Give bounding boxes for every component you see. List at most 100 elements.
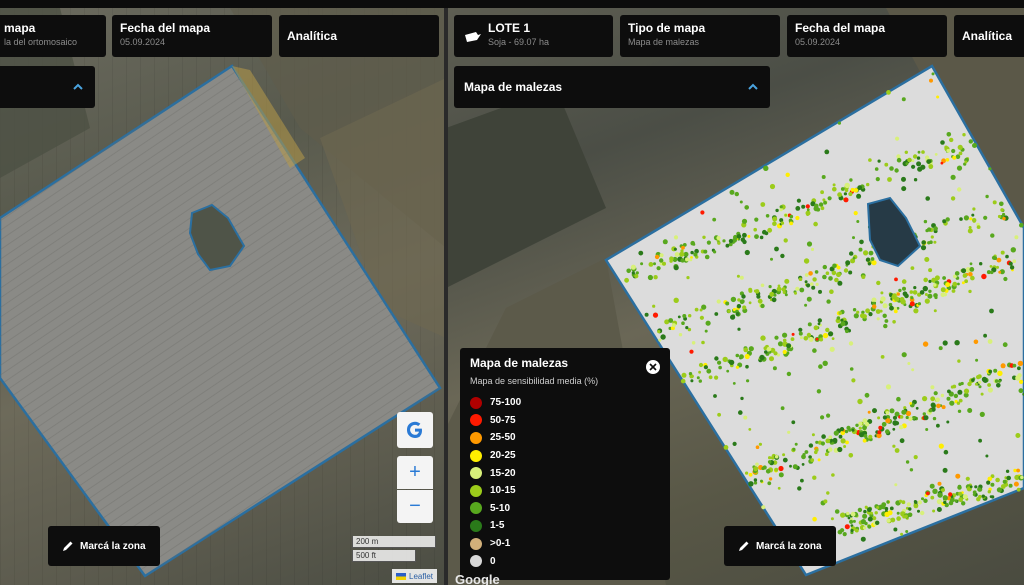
weed-dot xyxy=(780,253,785,259)
weed-dot xyxy=(825,438,831,444)
weed-dot xyxy=(938,346,943,351)
map-type-card[interactable]: Tipo de mapa Mapa de malezas xyxy=(620,15,780,57)
weed-dot xyxy=(789,464,792,468)
weed-dot xyxy=(799,287,805,293)
weed-dot xyxy=(813,325,819,331)
weed-dot xyxy=(744,353,750,360)
legend-close-button[interactable] xyxy=(646,360,660,374)
weed-dot xyxy=(962,133,966,137)
weed-dot xyxy=(780,406,785,411)
map-date-card[interactable]: Fecha del mapa 05.09.2024 xyxy=(112,15,272,57)
weed-dot xyxy=(644,312,649,317)
map-type-card[interactable]: mapa la del ortomosaico xyxy=(0,15,106,57)
mark-zone-button[interactable]: Marcá la zona xyxy=(48,526,160,566)
legend-label: 20-25 xyxy=(490,450,516,462)
weed-dot xyxy=(988,369,993,374)
weed-dot xyxy=(955,154,961,159)
weed-dot xyxy=(913,286,917,290)
weed-dot xyxy=(954,271,960,276)
weed-dot xyxy=(849,178,853,182)
map-scale: 200 m 500 ft xyxy=(352,536,436,564)
weed-dot xyxy=(946,420,950,424)
weed-dot xyxy=(640,262,644,266)
field-card[interactable]: LOTE 1 Soja - 69.07 ha xyxy=(454,15,613,57)
weed-dot xyxy=(769,356,774,362)
weed-dot xyxy=(904,514,908,519)
weed-dot xyxy=(760,303,765,309)
weed-dot xyxy=(825,271,830,276)
weed-dot xyxy=(830,517,834,521)
weed-dot xyxy=(757,298,763,304)
leaflet-attribution[interactable]: Leaflet xyxy=(392,569,438,583)
weed-dot xyxy=(922,341,929,347)
weed-dot xyxy=(920,510,925,516)
legend-label: 0 xyxy=(490,555,496,567)
chevron-up-icon xyxy=(73,83,83,90)
zoom-in-button[interactable]: + xyxy=(397,456,433,489)
weed-dot xyxy=(694,307,699,312)
legend-item: 5-10 xyxy=(470,500,660,518)
weed-dot xyxy=(745,364,749,369)
weed-dot xyxy=(735,312,740,316)
weed-dot xyxy=(946,149,951,153)
weed-dot xyxy=(893,309,898,314)
google-layer-button[interactable] xyxy=(397,412,433,448)
weed-dot xyxy=(727,309,731,313)
weed-dot xyxy=(714,375,719,380)
zoom-out-button[interactable]: − xyxy=(397,490,433,523)
weed-dot xyxy=(760,335,766,341)
map-layer-dropdown[interactable]: Mapa de malezas xyxy=(454,66,770,108)
weed-dot xyxy=(943,496,948,501)
weed-dot xyxy=(823,200,827,205)
weed-dot xyxy=(850,511,856,517)
weed-dot xyxy=(987,339,993,344)
map-date-card[interactable]: Fecha del mapa 05.09.2024 xyxy=(787,15,947,57)
weed-dot xyxy=(791,332,795,336)
weed-dot xyxy=(899,415,904,419)
layer-dropdown[interactable] xyxy=(0,66,95,108)
weed-dot xyxy=(1017,373,1022,378)
weed-dot xyxy=(989,308,994,314)
tractor-icon xyxy=(465,32,481,42)
weed-dot xyxy=(972,207,976,211)
weed-dot xyxy=(994,379,999,383)
weed-dot xyxy=(777,486,781,490)
weed-dot xyxy=(693,252,698,257)
weed-dot xyxy=(815,282,819,286)
weed-dot xyxy=(908,507,912,511)
legend-item: >0-1 xyxy=(470,535,660,553)
weed-dot xyxy=(894,168,899,173)
card-title: Fecha del mapa xyxy=(120,21,211,35)
mark-zone-button[interactable]: Marcá la zona xyxy=(724,526,836,566)
weed-dot xyxy=(969,267,975,272)
weed-dot xyxy=(930,396,936,402)
analytics-card[interactable]: Analítica xyxy=(954,15,1024,57)
weed-dot xyxy=(722,356,728,363)
weed-dot xyxy=(963,388,970,394)
analytics-card[interactable]: Analítica xyxy=(279,15,439,57)
weed-dot xyxy=(673,297,679,303)
weed-dot xyxy=(681,245,685,250)
scale-imperial: 500 ft xyxy=(352,550,416,562)
weed-dot xyxy=(870,257,875,261)
weed-dot xyxy=(767,481,772,486)
weed-dot xyxy=(741,294,746,299)
weed-dot xyxy=(798,331,803,336)
weed-dot xyxy=(989,265,993,268)
weed-dot xyxy=(812,348,817,353)
weed-dot xyxy=(821,175,826,179)
weed-dot xyxy=(840,512,846,518)
weed-dot xyxy=(969,485,973,489)
weed-dot xyxy=(747,234,751,238)
weed-dot xyxy=(630,264,636,270)
weed-dot xyxy=(954,340,960,346)
weed-dot xyxy=(872,408,877,414)
weed-dot xyxy=(957,359,961,363)
weed-dot xyxy=(698,370,701,374)
card-title: Analítica xyxy=(287,29,338,43)
weed-dot xyxy=(699,315,704,320)
split-divider[interactable] xyxy=(444,8,448,585)
weed-dot xyxy=(892,444,896,448)
legend-swatch xyxy=(470,555,482,568)
weed-dot xyxy=(921,150,925,154)
